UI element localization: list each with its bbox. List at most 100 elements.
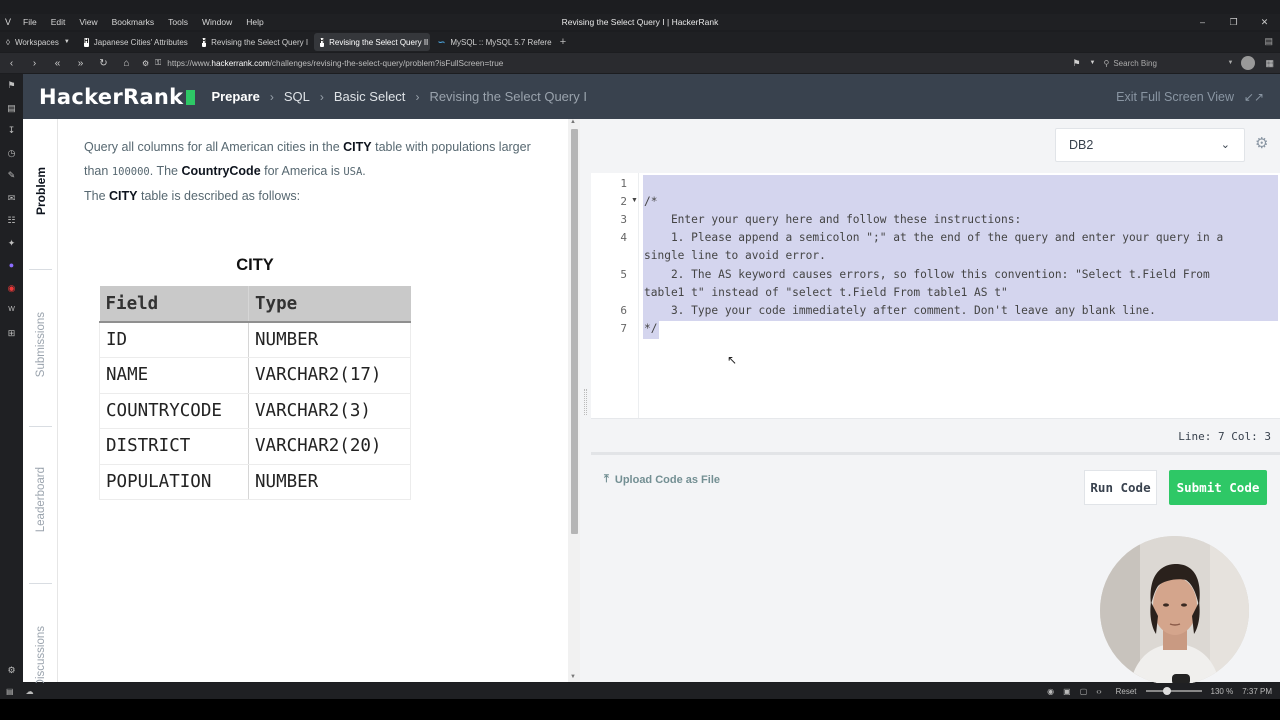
search-engine-dropdown-icon[interactable]: ▼ bbox=[1228, 60, 1234, 66]
workspaces-button[interactable]: ◊ Workspaces ▼ bbox=[0, 33, 76, 51]
scroll-up-icon[interactable]: ▲ bbox=[570, 119, 576, 125]
upload-code-button[interactable]: ⤒ Upload Code as File bbox=[604, 473, 720, 486]
language-select[interactable]: DB2 ⌄ bbox=[1055, 128, 1245, 162]
url-field[interactable]: https://www.hackerrank.com/challenges/re… bbox=[167, 59, 503, 68]
tab-select-query-1[interactable]: H Revising the Select Query I bbox=[196, 33, 312, 51]
menu-file[interactable]: File bbox=[23, 17, 37, 27]
zoom-reset-button[interactable]: Reset bbox=[1116, 687, 1137, 696]
url-prefix: https://www. bbox=[167, 58, 212, 68]
reload-icon[interactable]: ↻ bbox=[92, 58, 115, 69]
panel-splitter[interactable] bbox=[580, 119, 591, 682]
menu-help[interactable]: Help bbox=[246, 17, 263, 27]
menu-tools[interactable]: Tools bbox=[168, 17, 188, 27]
page-tiling-icon[interactable]: ▢ bbox=[1080, 687, 1088, 696]
bookmarks-panel-icon[interactable]: ⚑ bbox=[0, 74, 23, 97]
forward-icon[interactable]: › bbox=[23, 58, 46, 69]
sync-cloud-icon[interactable]: ☁ bbox=[26, 687, 34, 696]
fold-arrow-icon[interactable]: ▼ bbox=[631, 197, 638, 204]
chevron-right-icon: › bbox=[319, 89, 324, 104]
search-icon: ⚲ bbox=[1103, 58, 1110, 68]
code-line: table1 t" instead of "select t.Field Fro… bbox=[644, 286, 1008, 299]
reading-list-icon[interactable]: ▤ bbox=[0, 97, 23, 120]
hackerrank-logo[interactable]: HackerRank bbox=[39, 85, 196, 109]
minimize-icon[interactable]: – bbox=[1187, 14, 1218, 30]
menu-window[interactable]: Window bbox=[202, 17, 232, 27]
trash-icon[interactable]: ▤ bbox=[1264, 36, 1273, 47]
tab-mysql-reference[interactable]: ∽ MySQL :: MySQL 5.7 Refere bbox=[432, 33, 552, 51]
menu-view[interactable]: View bbox=[79, 17, 97, 27]
problem-paragraph-2: The CITY table is described as follows: bbox=[84, 189, 300, 203]
breadcrumb-sql[interactable]: SQL bbox=[284, 89, 310, 104]
tab-problem-label: Problem bbox=[33, 167, 48, 216]
problem-scrollbar[interactable]: ▲ ▼ bbox=[568, 119, 580, 682]
exit-fullscreen-icon[interactable]: ↙↗ bbox=[1244, 90, 1264, 104]
exit-fullscreen-link[interactable]: Exit Full Screen View bbox=[1116, 90, 1234, 104]
image-toggle-icon[interactable]: ▣ bbox=[1063, 687, 1071, 696]
search-field[interactable]: ⚲ Search Bing ▼ bbox=[1103, 56, 1233, 70]
submit-code-button[interactable]: Submit Code bbox=[1169, 470, 1267, 505]
calendar-icon[interactable]: ☷ bbox=[0, 209, 23, 232]
problem-paragraph-1: Query all columns for all American citie… bbox=[84, 135, 554, 184]
vivaldi-icon[interactable]: ◉ bbox=[0, 277, 23, 300]
profile-avatar[interactable] bbox=[1241, 56, 1256, 70]
table-cell: DISTRICT bbox=[99, 428, 249, 465]
line-number: 2 bbox=[620, 195, 627, 208]
browser-sidebar: ⚑ ▤ ↧ ◷ ✎ ✉ ☷ ✦ ● ◉ W ⊞ ⚙ bbox=[0, 74, 23, 684]
site-settings-icon[interactable]: ⚙ bbox=[142, 59, 149, 68]
tab-select-query-2[interactable]: H Revising the Select Query II bbox=[313, 33, 430, 51]
mastodon-icon[interactable]: ● bbox=[0, 254, 23, 277]
tab-discussions[interactable]: Discussions bbox=[23, 626, 58, 687]
feeds-icon[interactable]: ✦ bbox=[0, 232, 23, 255]
breadcrumb-prepare[interactable]: Prepare bbox=[211, 89, 259, 104]
close-window-icon[interactable]: ✕ bbox=[1249, 14, 1280, 30]
bookmark-icon[interactable]: ⚑ bbox=[1072, 58, 1080, 69]
panel-toggle-icon[interactable]: ▤ bbox=[6, 687, 14, 696]
extensions-icon[interactable]: ▦ bbox=[1265, 58, 1274, 69]
tab-japanese-cities[interactable]: H Japanese Cities' Attributes bbox=[78, 33, 194, 51]
scrollbar-thumb[interactable] bbox=[571, 129, 578, 534]
breadcrumb-current: Revising the Select Query I bbox=[429, 89, 587, 104]
text: . The bbox=[149, 164, 182, 178]
code-view-icon[interactable]: ‹› bbox=[1096, 687, 1101, 696]
vivaldi-logo-icon[interactable]: V bbox=[5, 17, 15, 27]
restore-icon[interactable]: ❐ bbox=[1218, 14, 1249, 30]
zoom-slider[interactable] bbox=[1145, 687, 1202, 695]
editor-divider bbox=[591, 452, 1280, 455]
run-code-button[interactable]: Run Code bbox=[1084, 470, 1157, 505]
fast-forward-icon[interactable]: » bbox=[69, 58, 92, 69]
wikipedia-icon[interactable]: W bbox=[0, 299, 23, 322]
settings-icon[interactable]: ⚙ bbox=[0, 659, 23, 682]
table-cell: COUNTRYCODE bbox=[99, 393, 249, 429]
back-icon[interactable]: ‹ bbox=[0, 58, 23, 69]
history-icon[interactable]: ◷ bbox=[0, 142, 23, 165]
menu-bookmarks[interactable]: Bookmarks bbox=[112, 17, 155, 27]
text-bold: CITY bbox=[343, 140, 372, 154]
menu-edit[interactable]: Edit bbox=[51, 17, 66, 27]
downloads-icon[interactable]: ↧ bbox=[0, 119, 23, 142]
breadcrumb-basic-select[interactable]: Basic Select bbox=[334, 89, 406, 104]
notes-icon[interactable]: ✎ bbox=[0, 164, 23, 187]
tab-leaderboard[interactable]: Leaderboard bbox=[23, 467, 58, 532]
zoom-slider-thumb[interactable] bbox=[1162, 687, 1171, 695]
dropdown-icon[interactable]: ▼ bbox=[1090, 60, 1096, 66]
chevron-down-icon: ▼ bbox=[63, 39, 70, 45]
breadcrumb: Prepare › SQL › Basic Select › Revising … bbox=[211, 89, 587, 104]
mail-icon[interactable]: ✉ bbox=[0, 187, 23, 210]
rewind-icon[interactable]: « bbox=[46, 58, 69, 69]
editor-statusline: Line: 7 Col: 3 bbox=[591, 418, 1280, 452]
tab-submissions[interactable]: Submissions bbox=[23, 312, 58, 377]
window-controls: – ❐ ✕ bbox=[1187, 14, 1280, 30]
code-editor[interactable]: 1 2 ▼ 3 4 5 6 7 /* Enter your query here… bbox=[591, 173, 1280, 418]
scroll-down-icon[interactable]: ▼ bbox=[570, 674, 576, 680]
new-tab-icon[interactable]: + bbox=[560, 36, 566, 48]
line-number: 5 bbox=[620, 268, 627, 281]
editor-settings-icon[interactable]: ⚙ bbox=[1255, 134, 1268, 152]
add-panel-icon[interactable]: ⊞ bbox=[0, 322, 23, 345]
tab-problem[interactable]: Problem bbox=[23, 167, 58, 215]
table-cell: NUMBER bbox=[248, 464, 411, 500]
splitter-grip-icon[interactable] bbox=[584, 389, 587, 415]
capture-icon[interactable]: ◉ bbox=[1047, 687, 1054, 696]
url-path: /challenges/revising-the-select-query/pr… bbox=[269, 58, 504, 68]
home-icon[interactable]: ⌂ bbox=[115, 58, 138, 69]
language-selected: DB2 bbox=[1069, 138, 1094, 152]
